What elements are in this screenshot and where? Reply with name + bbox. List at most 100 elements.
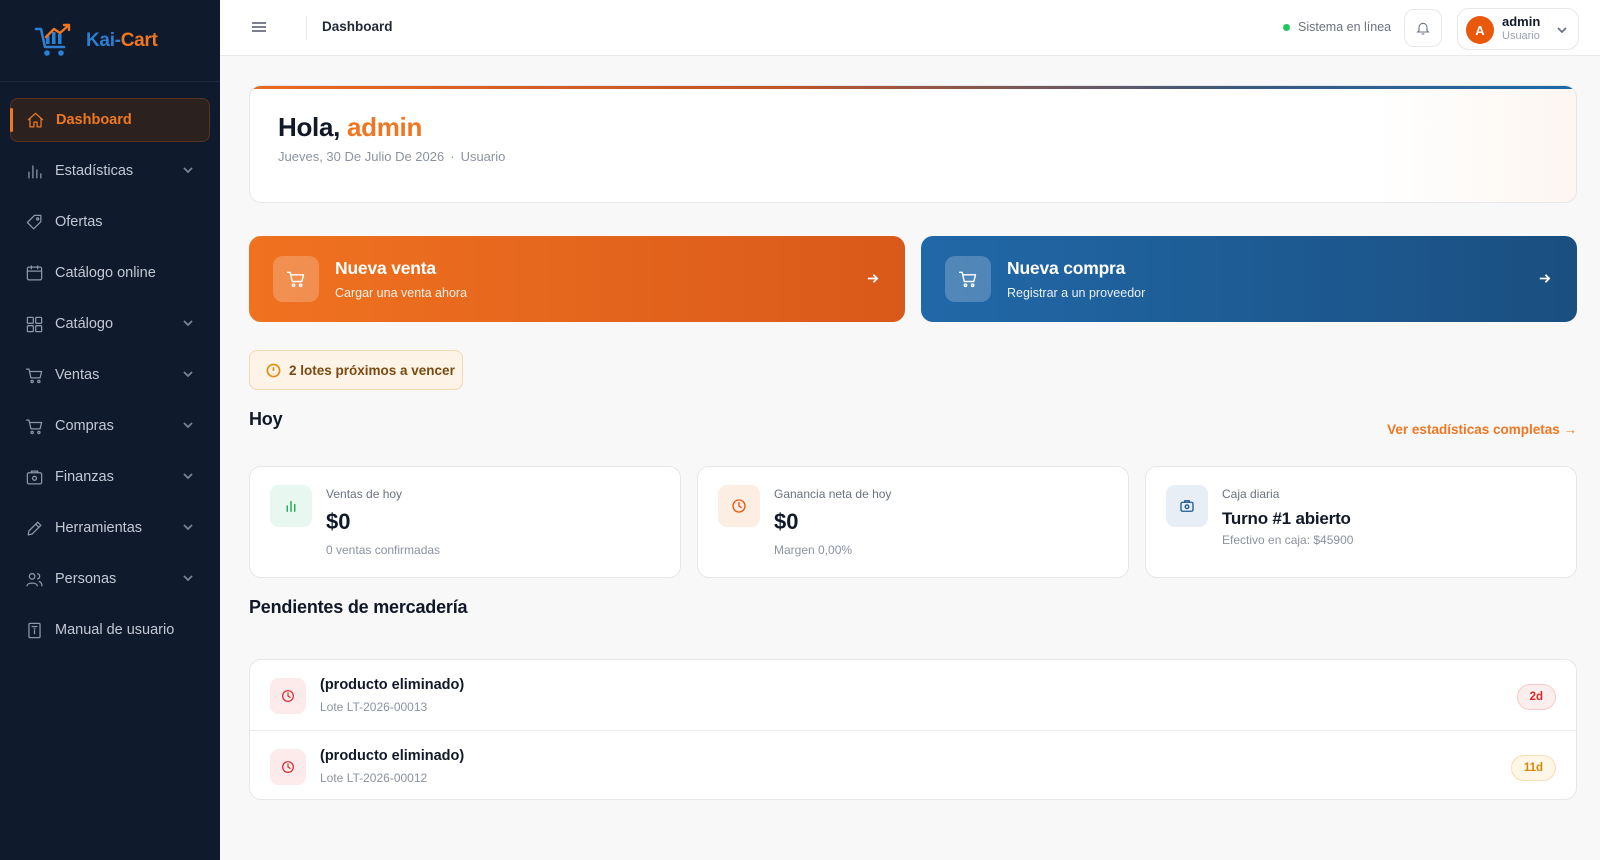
status-dot [1283,23,1290,31]
brand[interactable]: Kai-Cart [0,0,220,82]
chevron-down-icon [182,521,194,533]
greeting-username: admin [347,112,423,142]
bar-chart-icon [24,161,44,181]
sidebar-item-label: Dashboard [56,112,132,128]
list-item[interactable]: (producto eliminado) Lote LT-2026-00012 … [250,730,1576,799]
new-sale-subtitle: Cargar una venta ahora [335,286,468,300]
status-text: Sistema en línea [1298,20,1392,34]
new-purchase-title: Nueva compra [1007,258,1126,278]
sidebar-item-herramientas[interactable]: Herramientas [10,506,210,550]
stat-card-sales-today: Ventas de hoy $0 0 ventas confirmadas [249,466,681,578]
clock-icon [718,485,760,527]
expiring-lots-alert[interactable]: 2 lotes próximos a vencer [249,350,463,390]
sidebar-item-catalogo-online[interactable]: Catálogo online [10,251,210,295]
cart-icon [24,365,44,385]
sidebar-item-label: Catálogo [55,316,114,332]
sidebar-item-label: Herramientas [55,520,143,536]
sidebar-item-catalogo[interactable]: Catálogo [10,302,210,346]
new-sale-title: Nueva venta [335,258,436,278]
stat-value: Turno #1 abierto [1222,509,1351,528]
chevron-down-icon [182,470,194,482]
cart-icon [273,256,319,302]
menu-toggle-button[interactable] [250,18,270,38]
sidebar-item-personas[interactable]: Personas [10,557,210,601]
page-title: Dashboard [322,19,393,34]
arrow-right-icon [1537,271,1553,287]
user-menu-button[interactable]: A admin Usuario [1457,8,1579,50]
sidebar-item-label: Compras [55,418,114,434]
system-status: Sistema en línea [1283,20,1391,34]
chevron-down-icon [182,419,194,431]
days-badge: 11d [1510,755,1556,781]
stat-note: Efectivo en caja: $45900 [1222,533,1354,547]
stat-label: Caja diaria [1222,487,1280,501]
sidebar-item-label: Ventas [55,367,100,383]
greeting-subtitle: Jueves, 30 De Julio De 2026 · Usuario [278,149,505,164]
product-name: (producto eliminado) [320,677,465,693]
stat-card-net-profit: Ganancia neta de hoy $0 Margen 0,00% [697,466,1129,578]
sidebar-item-ofertas[interactable]: Ofertas [10,200,210,244]
cart-icon [945,256,991,302]
alert-text: 2 lotes próximos a vencer [289,362,455,378]
cash-register-icon [1166,485,1208,527]
sidebar-item-compras[interactable]: Compras [10,404,210,448]
sidebar-item-estadisticas[interactable]: Estadísticas [10,149,210,193]
notifications-button[interactable] [1404,9,1442,47]
chevron-down-icon [182,572,194,584]
bar-chart-icon [270,485,312,527]
sidebar-item-label: Ofertas [55,214,103,230]
stat-card-daily-cash: Caja diaria Turno #1 abierto Efectivo en… [1145,466,1577,578]
avatar: A [1466,16,1494,44]
stat-value: $0 [326,509,351,534]
book-icon [24,620,44,640]
sidebar-item-label: Estadísticas [55,163,134,179]
user-role: Usuario [1502,30,1540,42]
chevron-down-icon [1556,23,1568,35]
sidebar-item-manual[interactable]: Manual de usuario [10,608,210,652]
clock-icon [270,749,306,785]
sidebar-item-label: Manual de usuario [55,622,175,638]
pencil-icon [24,518,44,538]
sidebar-item-ventas[interactable]: Ventas [10,353,210,397]
stat-label: Ventas de hoy [326,487,403,501]
new-sale-button[interactable]: Nueva venta Cargar una venta ahora [249,236,905,322]
user-name: admin [1502,14,1541,29]
users-icon [24,569,44,589]
grid-icon [24,314,44,334]
sidebar-item-finanzas[interactable]: Finanzas [10,455,210,499]
lot-number: Lote LT-2026-00013 [320,700,428,714]
stat-label: Ganancia neta de hoy [774,487,892,501]
cart-logo-icon [34,23,71,56]
clock-icon [270,678,306,714]
current-date: Jueves, 30 De Julio De 2026 [278,149,445,164]
full-stats-link[interactable]: Ver estadísticas completas → [1387,422,1577,437]
wallet-icon [24,467,44,487]
user-role-label: Usuario [460,149,506,164]
new-purchase-button[interactable]: Nueva compra Registrar a un proveedor [921,236,1577,322]
main-content: Hola, admin Jueves, 30 De Julio De 2026 ·… [249,56,1577,860]
sidebar-item-dashboard[interactable]: Dashboard [10,98,210,142]
sidebar: Kai-Cart Dashboard Estadísticas Ofertas … [0,0,220,860]
list-item[interactable]: (producto eliminado) Lote LT-2026-00013 … [250,660,1576,730]
welcome-card: Hola, admin Jueves, 30 De Julio De 2026 ·… [249,85,1577,203]
greeting: Hola, admin [278,112,422,143]
stat-note: 0 ventas confirmadas [326,543,441,557]
chevron-down-icon [182,164,194,176]
chevron-down-icon [182,317,194,329]
brand-name-part1: Kai- [86,29,121,51]
separator: · [450,149,455,164]
new-purchase-subtitle: Registrar a un proveedor [1007,286,1146,300]
days-badge: 2d [1516,684,1556,710]
arrow-right-icon [865,271,881,287]
cart-icon [24,416,44,436]
pending-section-title: Pendientes de mercadería [249,597,468,617]
stat-value: $0 [774,509,799,534]
tag-icon [24,212,44,232]
topbar: Dashboard Sistema en línea A admin Usuar… [220,0,1600,56]
sidebar-item-label: Personas [55,571,117,587]
warning-circle-icon [266,363,281,377]
bell-icon [1416,22,1430,35]
chevron-down-icon [182,368,194,380]
lot-number: Lote LT-2026-00012 [320,771,428,785]
brand-name-part2: Cart [120,29,158,51]
